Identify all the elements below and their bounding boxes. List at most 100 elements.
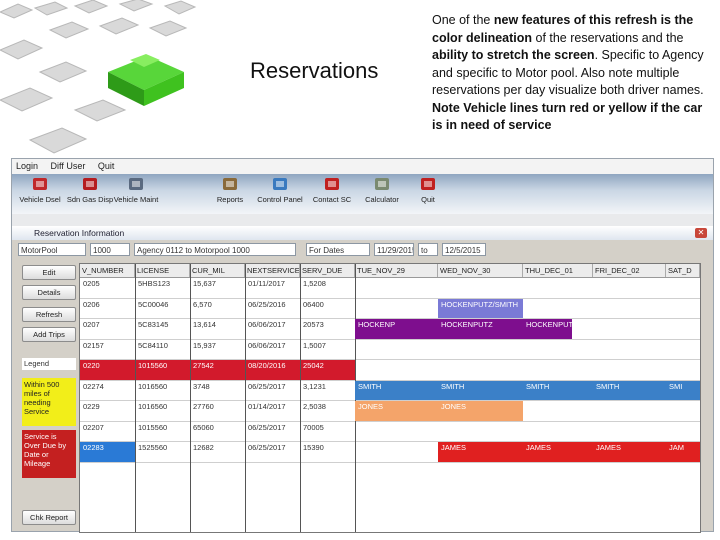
toolbar-button-4[interactable]: Control Panel bbox=[256, 176, 304, 212]
table-cell[interactable]: 27760 bbox=[190, 401, 245, 420]
table-cell[interactable]: 06/25/2017 bbox=[245, 442, 300, 461]
table-cell[interactable]: 65060 bbox=[190, 422, 245, 441]
menu-login[interactable]: Login bbox=[16, 161, 38, 171]
table-cell[interactable]: 27542 bbox=[190, 360, 245, 379]
table-cell[interactable]: 1016560 bbox=[135, 381, 190, 400]
toolbar-button-7[interactable]: Quit bbox=[404, 176, 452, 212]
column-header[interactable]: THU_DEC_01 bbox=[523, 264, 593, 277]
table-cell[interactable]: 0205 bbox=[80, 278, 135, 297]
toolbar-button-5[interactable]: Contact SC bbox=[308, 176, 356, 212]
window-title: Reservation Information bbox=[34, 228, 125, 238]
reservation-bar[interactable]: SMITH bbox=[355, 380, 438, 400]
table-cell[interactable]: 5C84110 bbox=[135, 340, 190, 359]
column-header[interactable]: SERV_DUE bbox=[300, 264, 355, 277]
table-cell[interactable]: 08/20/2016 bbox=[245, 360, 300, 379]
table-cell[interactable]: 06/25/2017 bbox=[245, 381, 300, 400]
table-cell[interactable]: 0207 bbox=[80, 319, 135, 338]
table-cell[interactable]: 13,614 bbox=[190, 319, 245, 338]
table-cell[interactable]: 70005 bbox=[300, 422, 355, 441]
edit-button[interactable]: Edit bbox=[22, 265, 76, 280]
end-date-field[interactable]: 12/5/2015 bbox=[442, 243, 486, 256]
reservation-bar[interactable]: SMITH bbox=[593, 380, 666, 400]
toolbar-button-6[interactable]: Calculator bbox=[358, 176, 406, 212]
table-cell[interactable]: 02207 bbox=[80, 422, 135, 441]
reservation-window: Reservation Information ✕ MotorPool 1000… bbox=[12, 226, 713, 533]
menu-quit[interactable]: Quit bbox=[98, 161, 115, 171]
reservation-bar[interactable]: HOCKENPUTZ bbox=[438, 319, 523, 339]
reservation-bar[interactable]: HOCKENPUTZ/SMITH bbox=[438, 298, 523, 318]
table-cell[interactable]: 0206 bbox=[80, 299, 135, 318]
toolbar-button-1[interactable]: Sdn Gas Disp bbox=[66, 176, 114, 212]
toolbar-button-2[interactable]: Vehicle Maint bbox=[112, 176, 160, 212]
reservation-bar[interactable]: JAM bbox=[666, 442, 700, 462]
reservation-bar[interactable]: HOCKENPUTZ bbox=[523, 319, 572, 339]
reservation-bar[interactable]: SMITH bbox=[523, 380, 593, 400]
table-cell[interactable]: 15,937 bbox=[190, 340, 245, 359]
column-header[interactable]: CUR_MIL bbox=[190, 264, 245, 277]
reservation-bar[interactable]: JAMES bbox=[523, 442, 593, 462]
table-cell[interactable]: 1,5208 bbox=[300, 278, 355, 297]
column-header[interactable]: LICENSE bbox=[135, 264, 190, 277]
window-titlebar: Reservation Information ✕ bbox=[12, 226, 713, 240]
table-cell[interactable]: 1,5007 bbox=[300, 340, 355, 359]
column-header[interactable]: SAT_D bbox=[666, 264, 700, 277]
table-cell[interactable]: 5C00046 bbox=[135, 299, 190, 318]
table-cell[interactable]: 06/25/2016 bbox=[245, 299, 300, 318]
table-cell[interactable]: 1525560 bbox=[135, 442, 190, 461]
table-cell[interactable]: 01/14/2017 bbox=[245, 401, 300, 420]
agency-select[interactable]: Agency 0112 to Motorpool 1000 bbox=[134, 243, 296, 256]
toolbar-button-3[interactable]: Reports bbox=[206, 176, 254, 212]
table-cell[interactable]: 5HBS123 bbox=[135, 278, 190, 297]
start-date-field[interactable]: 11/29/2015 bbox=[374, 243, 414, 256]
reservation-bar[interactable]: SMI bbox=[666, 380, 700, 400]
reservation-bar[interactable]: JAMES bbox=[593, 442, 666, 462]
column-header[interactable]: V_NUMBER bbox=[80, 264, 135, 277]
table-cell[interactable]: 1015560 bbox=[135, 422, 190, 441]
legend-yellow: Within 500 miles of needing Service bbox=[22, 378, 76, 426]
reservation-bar[interactable]: JONES bbox=[355, 401, 438, 421]
column-header[interactable]: TUE_NOV_29 bbox=[355, 264, 438, 277]
table-cell[interactable]: 12682 bbox=[190, 442, 245, 461]
gas-pump-icon bbox=[81, 176, 99, 192]
table-cell[interactable]: 06/25/2017 bbox=[245, 422, 300, 441]
table-cell[interactable]: 15,637 bbox=[190, 278, 245, 297]
table-cell[interactable]: 6,570 bbox=[190, 299, 245, 318]
table-cell[interactable]: 3,1231 bbox=[300, 381, 355, 400]
table-cell[interactable]: 25042 bbox=[300, 360, 355, 379]
table-cell[interactable]: 1016560 bbox=[135, 401, 190, 420]
motorpool-select[interactable]: 1000 bbox=[90, 243, 130, 256]
reservation-bar[interactable]: SMITH bbox=[438, 380, 523, 400]
chk-report-button[interactable]: Chk Report bbox=[22, 510, 76, 525]
table-cell[interactable]: 06/06/2017 bbox=[245, 340, 300, 359]
quit-icon bbox=[419, 176, 437, 192]
control-panel-icon bbox=[271, 176, 289, 192]
reservation-bar[interactable]: HOCKENP bbox=[355, 319, 438, 339]
table-cell[interactable]: 01/11/2017 bbox=[245, 278, 300, 297]
add-trips-button[interactable]: Add Trips bbox=[22, 327, 76, 342]
column-header[interactable]: WED_NOV_30 bbox=[438, 264, 523, 277]
table-cell[interactable]: 02283 bbox=[80, 442, 135, 461]
table-cell[interactable]: 2,5038 bbox=[300, 401, 355, 420]
table-cell[interactable]: 06/06/2017 bbox=[245, 319, 300, 338]
table-cell[interactable]: 06400 bbox=[300, 299, 355, 318]
column-header[interactable]: NEXTSERVICE bbox=[245, 264, 300, 277]
table-cell[interactable]: 5C83145 bbox=[135, 319, 190, 338]
reservation-bar[interactable]: JONES bbox=[438, 401, 523, 421]
details-button[interactable]: Details bbox=[22, 285, 76, 300]
table-cell[interactable]: 0229 bbox=[80, 401, 135, 420]
table-cell[interactable]: 15390 bbox=[300, 442, 355, 461]
refresh-button[interactable]: Refresh bbox=[22, 307, 76, 322]
menu-diff-user[interactable]: Diff User bbox=[51, 161, 86, 171]
motorpool-label: MotorPool bbox=[18, 243, 86, 256]
column-header[interactable]: FRI_DEC_02 bbox=[593, 264, 666, 277]
table-cell[interactable]: 20573 bbox=[300, 319, 355, 338]
reservation-bar[interactable]: JAMES bbox=[438, 442, 523, 462]
table-cell[interactable]: 3748 bbox=[190, 381, 245, 400]
toolbar-button-0[interactable]: Vehicle Dsel bbox=[16, 176, 64, 212]
table-cell[interactable]: 02157 bbox=[80, 340, 135, 359]
table-cell[interactable]: 02274 bbox=[80, 381, 135, 400]
table-cell[interactable]: 1015560 bbox=[135, 360, 190, 379]
close-icon[interactable]: ✕ bbox=[695, 228, 707, 238]
menu-bar: Login Diff User Quit bbox=[12, 159, 713, 174]
table-cell[interactable]: 0220 bbox=[80, 360, 135, 379]
